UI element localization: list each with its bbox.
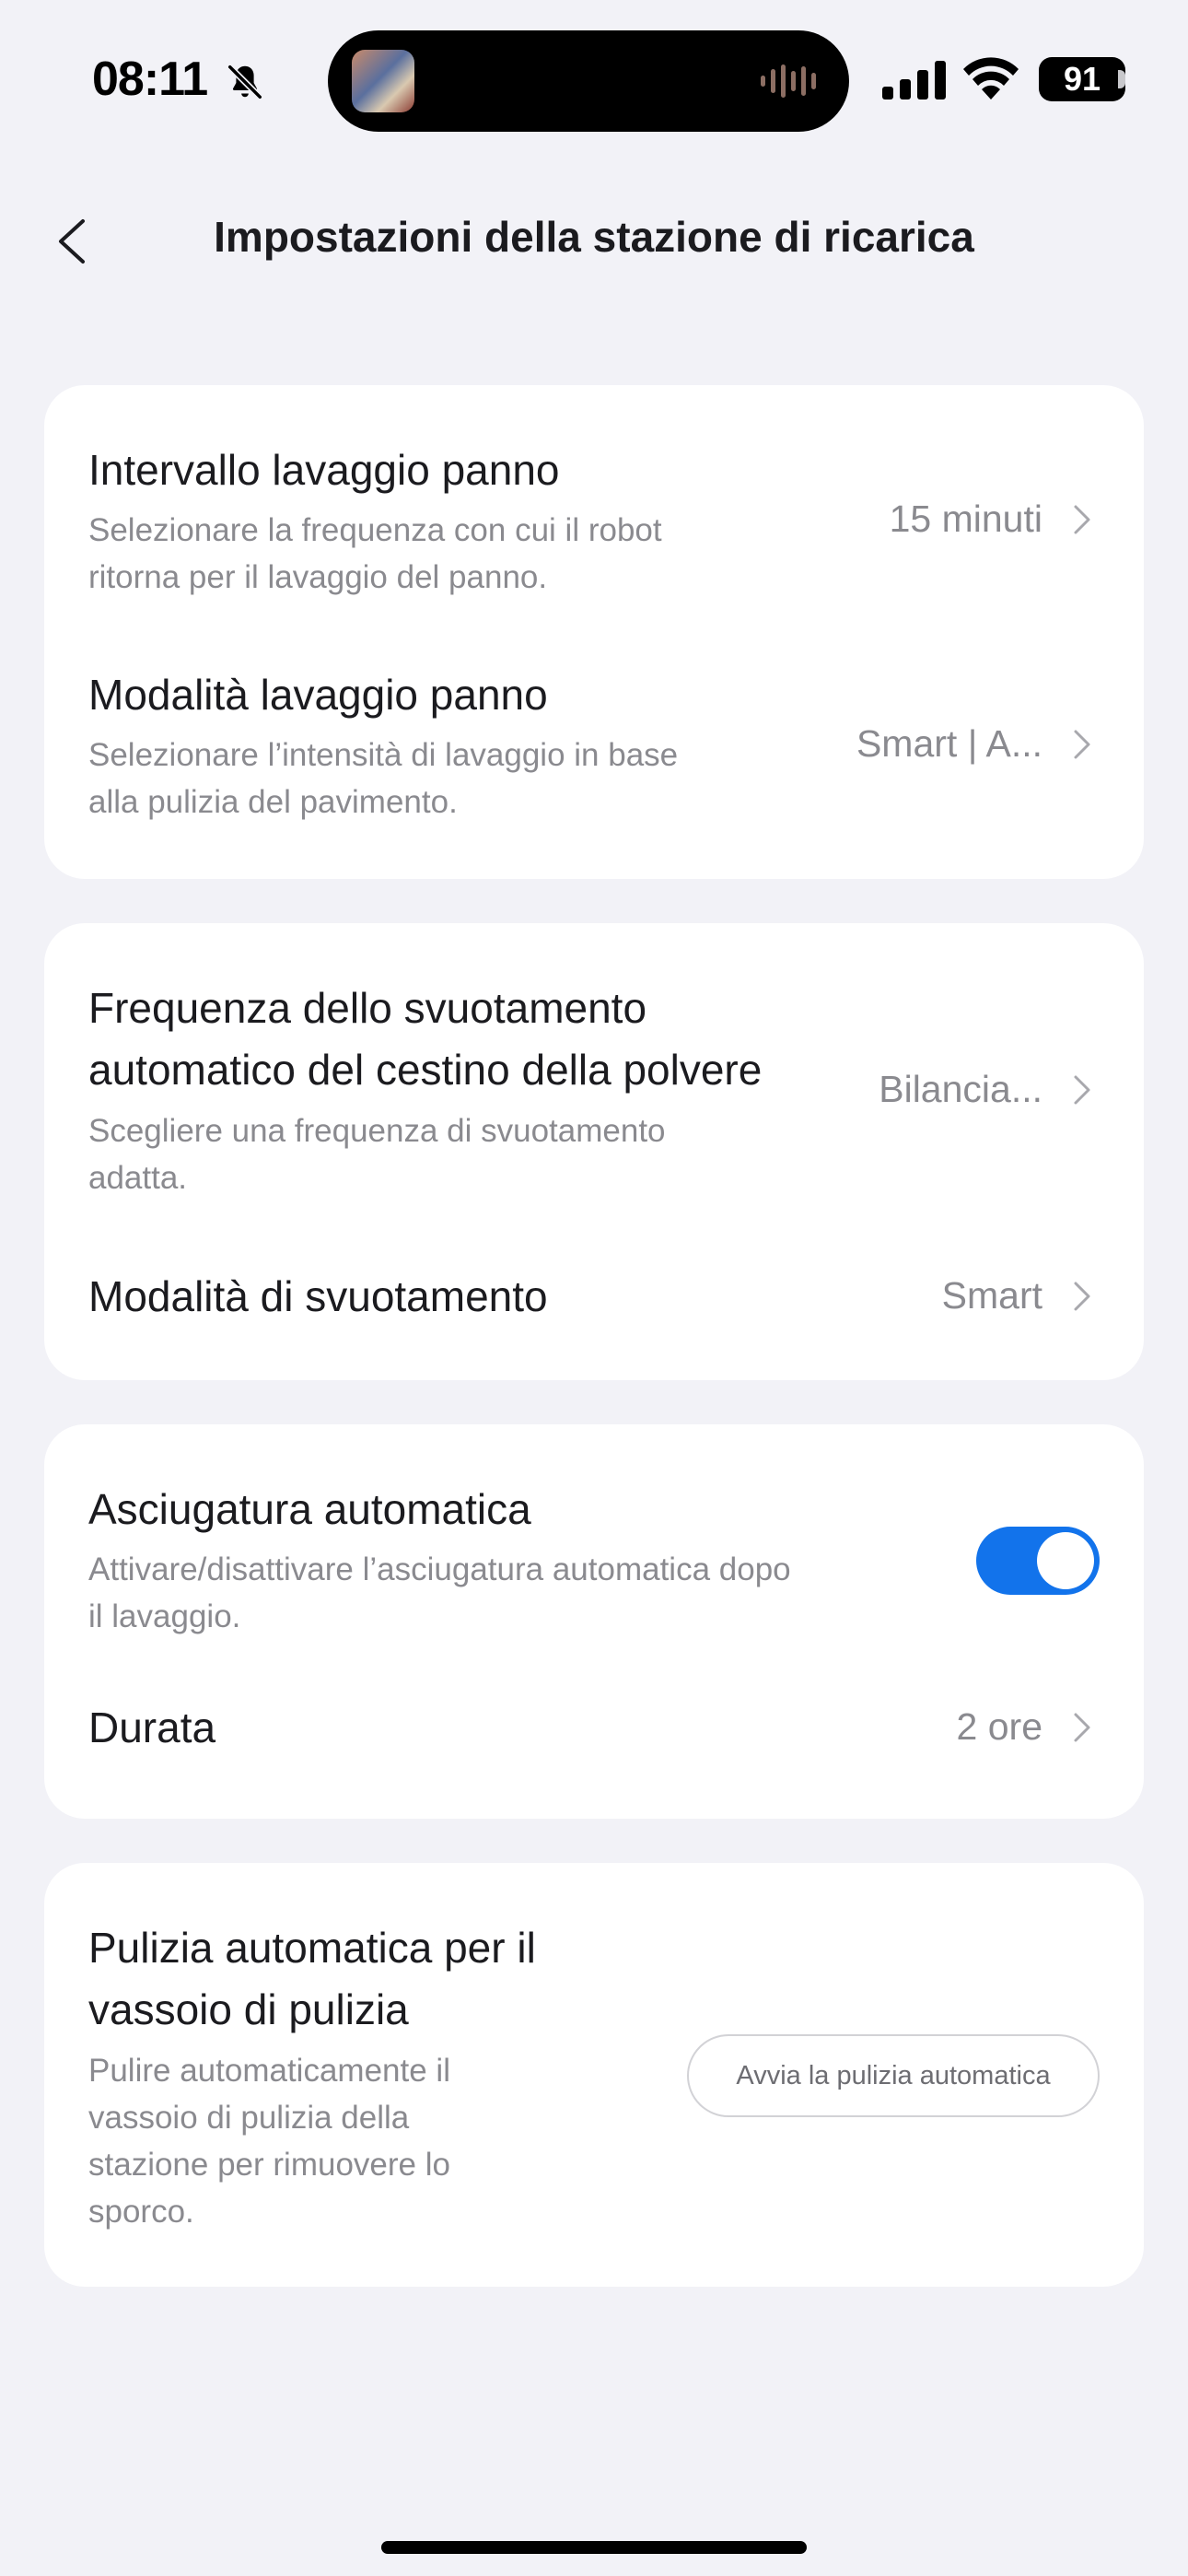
wifi-icon (963, 57, 1019, 100)
row-description: Selezionare l’intensità di lavaggio in b… (88, 737, 679, 773)
chevron-right-icon (1074, 1282, 1090, 1311)
mop-wash-mode-row[interactable]: Modalità lavaggio panno Selezionare l’in… (44, 615, 1144, 879)
auto-drying-toggle[interactable] (976, 1527, 1100, 1595)
row-value: 2 ore (956, 1705, 1042, 1748)
audio-waveform-icon (761, 64, 816, 98)
toggle-knob (1037, 1532, 1094, 1589)
drying-duration-row[interactable]: Durata 2 ore (44, 1666, 1144, 1819)
start-auto-clean-button[interactable]: Avvia la pulizia automatica (687, 2034, 1100, 2117)
row-description: vassoio di pulizia della (88, 2100, 410, 2136)
row-description: stazione per rimuovere lo (88, 2147, 450, 2183)
row-title: Durata (88, 1704, 216, 1751)
chevron-right-icon (1074, 505, 1090, 534)
chevron-right-icon (1074, 730, 1090, 759)
emptying-mode-row[interactable]: Modalità di svuotamento Smart (44, 1218, 1144, 1380)
mop-wash-interval-row[interactable]: Intervallo lavaggio panno Selezionare la… (44, 385, 1144, 615)
row-description: Scegliere una frequenza di svuotamento (88, 1113, 666, 1149)
row-title: vassoio di pulizia (88, 1985, 409, 2033)
status-bar: 08:11 91 (0, 0, 1188, 138)
navigation-header: Impostazioni della stazione di ricarica (0, 184, 1188, 299)
chevron-right-icon (1074, 1713, 1090, 1742)
row-description: il lavaggio. (88, 1598, 241, 1634)
page-title: Impostazioni della stazione di ricarica (214, 213, 974, 261)
mop-washing-card: Intervallo lavaggio panno Selezionare la… (44, 385, 1144, 879)
cellular-signal-icon (882, 61, 946, 100)
now-playing-artwork (352, 50, 414, 112)
home-indicator[interactable] (381, 2541, 807, 2554)
row-value: Bilancia... (879, 1068, 1042, 1110)
row-description: adatta. (88, 1160, 188, 1196)
row-title: Pulizia automatica per il (88, 1924, 536, 1972)
bell-muted-icon (227, 64, 263, 100)
row-value: Smart (941, 1274, 1042, 1317)
drying-card: Asciugatura automatica Attivare/disattiv… (44, 1424, 1144, 1819)
auto-empty-frequency-row[interactable]: Frequenza dello svuotamento automatico d… (44, 923, 1144, 1218)
row-description: sporco. (88, 2194, 194, 2230)
app-screen: 08:11 91 Impostazioni della stazione di … (0, 0, 1188, 2576)
tray-cleaning-card: Pulizia automatica per il vassoio di pul… (44, 1863, 1144, 2287)
tray-auto-clean-row: Pulizia automatica per il vassoio di pul… (44, 1863, 1144, 2287)
row-title: Frequenza dello svuotamento (88, 984, 647, 1032)
row-title: Modalità lavaggio panno (88, 671, 548, 719)
row-description: Pulire automaticamente il (88, 2053, 450, 2089)
row-description: Attivare/disattivare l’asciugatura autom… (88, 1551, 791, 1587)
row-title: Modalità di svuotamento (88, 1272, 548, 1320)
dynamic-island[interactable] (328, 30, 849, 132)
row-description: alla pulizia del pavimento. (88, 784, 458, 820)
auto-drying-row: Asciugatura automatica Attivare/disattiv… (44, 1424, 1144, 1666)
row-value: 15 minuti (889, 498, 1042, 540)
chevron-right-icon (1074, 1075, 1090, 1105)
battery-level: 91 (1039, 57, 1125, 101)
row-title: automatico del cestino della polvere (88, 1046, 763, 1094)
row-description: Selezionare la frequenza con cui il robo… (88, 512, 662, 548)
row-title: Asciugatura automatica (88, 1485, 531, 1533)
row-title: Intervallo lavaggio panno (88, 446, 560, 494)
status-time: 08:11 (92, 53, 208, 106)
dust-emptying-card: Frequenza dello svuotamento automatico d… (44, 923, 1144, 1380)
row-value: Smart | A... (856, 722, 1042, 765)
battery-tip (1118, 70, 1125, 88)
row-description: ritorna per il lavaggio del panno. (88, 559, 548, 595)
